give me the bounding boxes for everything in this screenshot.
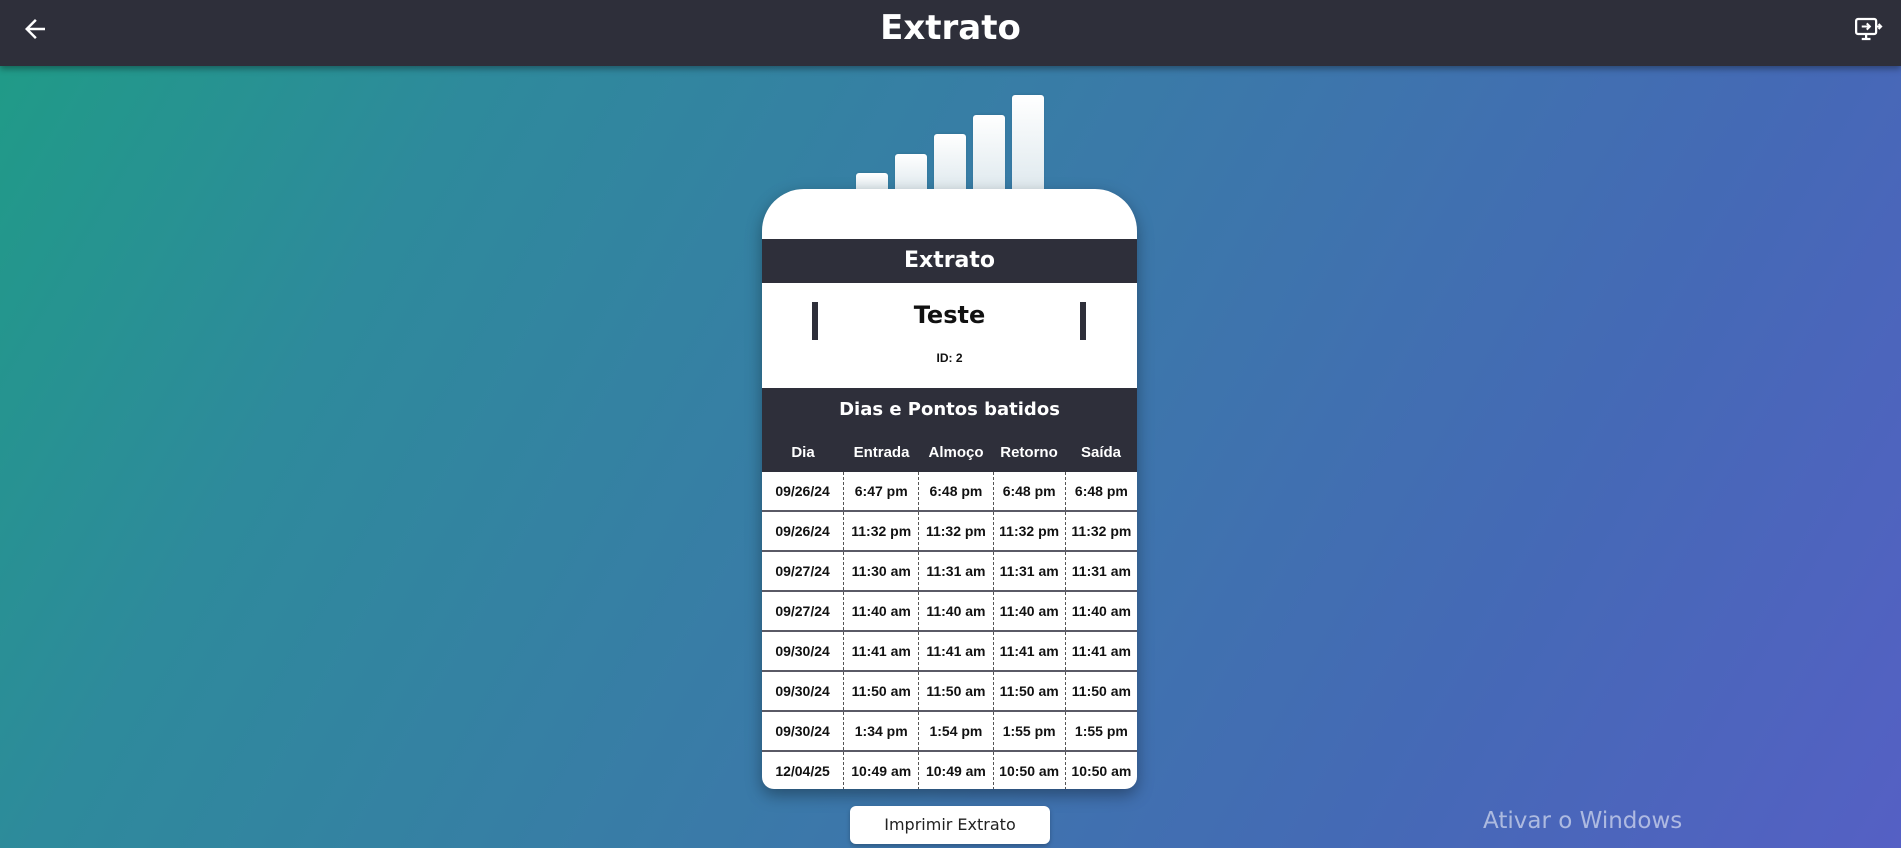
column-header: Entrada bbox=[853, 444, 910, 461]
table-cell: 09/30/24 bbox=[775, 683, 830, 699]
table-cell: 1:54 pm bbox=[918, 712, 992, 750]
table-cell: 09/27/24 bbox=[775, 563, 830, 579]
print-statement-button[interactable]: Imprimir Extrato bbox=[850, 806, 1050, 844]
table-cell: 11:50 am bbox=[992, 672, 1065, 710]
table-cell: 1:34 pm bbox=[843, 712, 918, 750]
table-cell: 1:55 pm bbox=[992, 712, 1065, 750]
table-cell: 6:48 pm bbox=[918, 472, 992, 510]
table-cell: 11:40 am bbox=[992, 592, 1065, 630]
table-cell: 11:40 am bbox=[918, 592, 992, 630]
table-cell: 11:41 am bbox=[1064, 632, 1137, 670]
table-header-row: Dia Entrada Almoço Retorno Saída bbox=[762, 442, 1137, 470]
table-cell: 11:32 pm bbox=[843, 512, 918, 550]
table-cell: 6:47 pm bbox=[843, 472, 918, 510]
monitor-arrow-icon[interactable] bbox=[1853, 14, 1883, 44]
windows-activation-watermark: Ativar o Windows bbox=[1483, 808, 1683, 834]
table-cell: 11:31 am bbox=[1064, 552, 1137, 590]
table-cell: 11:41 am bbox=[992, 632, 1065, 670]
table-cell: 10:49 am bbox=[918, 752, 992, 789]
table-cell: 11:50 am bbox=[918, 672, 992, 710]
divider-right bbox=[1080, 302, 1086, 340]
table-row: 09/27/24 11:40 am 11:40 am 11:40 am 11:4… bbox=[762, 592, 1137, 632]
table-cell: 11:31 am bbox=[992, 552, 1065, 590]
printer-bar bbox=[973, 115, 1005, 190]
table-cell: 12/04/25 bbox=[775, 763, 830, 779]
table-cell: 11:32 pm bbox=[992, 512, 1065, 550]
table-cell: 11:32 pm bbox=[918, 512, 992, 550]
table-cell: 11:50 am bbox=[1064, 672, 1137, 710]
top-app-bar: Extrato bbox=[0, 0, 1901, 66]
table-cell: 10:50 am bbox=[992, 752, 1065, 789]
printer-bars-decoration bbox=[856, 95, 1046, 190]
printer-bar bbox=[1012, 95, 1044, 190]
column-header: Saída bbox=[1080, 444, 1122, 461]
table-cell: 11:31 am bbox=[918, 552, 992, 590]
table-cell: 10:49 am bbox=[843, 752, 918, 789]
user-id: ID: 2 bbox=[936, 351, 963, 365]
table-row: 09/27/24 11:30 am 11:31 am 11:31 am 11:3… bbox=[762, 552, 1137, 592]
table-cell: 1:55 pm bbox=[1064, 712, 1137, 750]
column-header: Dia bbox=[791, 444, 815, 461]
printer-bar bbox=[934, 134, 966, 190]
table-cell: 11:40 am bbox=[1064, 592, 1137, 630]
column-header: Retorno bbox=[1000, 444, 1058, 461]
table-cell: 11:41 am bbox=[918, 632, 992, 670]
printer-bar bbox=[856, 173, 888, 190]
table-row: 09/30/24 11:50 am 11:50 am 11:50 am 11:5… bbox=[762, 672, 1137, 712]
table-cell: 10:50 am bbox=[1064, 752, 1137, 789]
table-cell: 09/26/24 bbox=[775, 483, 830, 499]
table-cell: 6:48 pm bbox=[992, 472, 1065, 510]
table-row: 12/04/25 10:49 am 10:49 am 10:50 am 10:5… bbox=[762, 752, 1137, 789]
table-row: 09/30/24 11:41 am 11:41 am 11:41 am 11:4… bbox=[762, 632, 1137, 672]
user-block: Teste ID: 2 bbox=[762, 283, 1137, 388]
table-row: 09/26/24 6:47 pm 6:48 pm 6:48 pm 6:48 pm bbox=[762, 472, 1137, 512]
table-cell: 11:30 am bbox=[843, 552, 918, 590]
table-cell: 6:48 pm bbox=[1064, 472, 1137, 510]
table-cell: 11:40 am bbox=[843, 592, 918, 630]
table-cell: 11:32 pm bbox=[1064, 512, 1137, 550]
card-title: Extrato bbox=[762, 239, 1137, 283]
table-row: 09/26/24 11:32 pm 11:32 pm 11:32 pm 11:3… bbox=[762, 512, 1137, 552]
records-table: 09/26/24 6:47 pm 6:48 pm 6:48 pm 6:48 pm… bbox=[762, 472, 1137, 789]
table-cell: 09/30/24 bbox=[775, 723, 830, 739]
page-title: Extrato bbox=[880, 8, 1021, 48]
table-cell: 11:50 am bbox=[843, 672, 918, 710]
column-header: Almoço bbox=[928, 444, 984, 461]
printer-bar bbox=[895, 154, 927, 190]
section-title: Dias e Pontos batidos bbox=[839, 399, 1060, 420]
statement-card: Extrato Teste ID: 2 Dias e Pontos batido… bbox=[762, 189, 1137, 789]
table-cell: 09/27/24 bbox=[775, 603, 830, 619]
records-header: Dias e Pontos batidos Dia Entrada Almoço… bbox=[762, 388, 1137, 472]
table-cell: 09/26/24 bbox=[775, 523, 830, 539]
table-cell: 11:41 am bbox=[843, 632, 918, 670]
table-row: 09/30/24 1:34 pm 1:54 pm 1:55 pm 1:55 pm bbox=[762, 712, 1137, 752]
table-cell: 09/30/24 bbox=[775, 643, 830, 659]
